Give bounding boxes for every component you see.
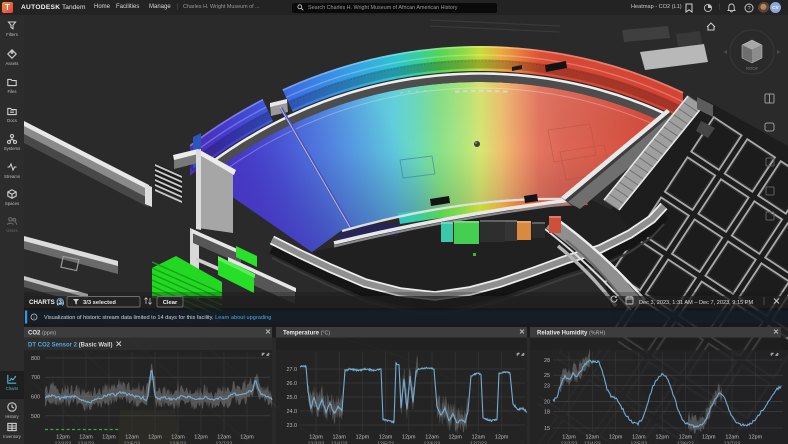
- svg-text:12pm: 12pm: [609, 435, 623, 441]
- svg-text:12am: 12am: [171, 435, 185, 441]
- svg-text:12pm: 12pm: [56, 435, 70, 441]
- svg-text:12pm: 12pm: [655, 435, 669, 441]
- svg-text:700: 700: [31, 375, 40, 381]
- svg-text:12am: 12am: [586, 435, 600, 441]
- svg-text:12pm: 12pm: [749, 435, 763, 441]
- svg-text:20: 20: [544, 399, 550, 405]
- svg-text:?: ?: [747, 6, 750, 12]
- svg-text:12am: 12am: [725, 435, 739, 441]
- svg-text:Temperature (°C): Temperature (°C): [283, 331, 330, 337]
- svg-text:12pm: 12pm: [194, 435, 208, 441]
- svg-text:12am: 12am: [217, 435, 231, 441]
- svg-text:12pm: 12pm: [495, 435, 509, 441]
- svg-text:23.0: 23.0: [287, 423, 298, 429]
- svg-text:23: 23: [544, 384, 550, 390]
- svg-text:12pm: 12pm: [240, 435, 254, 441]
- svg-text:Dec 3, 2023, 1:31 AM – Dec 7,: Dec 3, 2023, 1:31 AM – Dec 7, 2023, 9:15…: [639, 300, 753, 306]
- svg-text:12pm: 12pm: [702, 435, 716, 441]
- svg-text:Visualization of historic stre: Visualization of historic stream data li…: [44, 315, 271, 321]
- svg-text:12pm: 12pm: [402, 435, 416, 441]
- svg-text:12pm: 12pm: [448, 435, 462, 441]
- svg-text:i: i: [34, 315, 35, 320]
- svg-text:CO2 (ppm): CO2 (ppm): [28, 331, 56, 337]
- svg-text:Clear: Clear: [163, 300, 178, 306]
- svg-text:DT CO2 Sensor 2 (Basic Wall): DT CO2 Sensor 2 (Basic Wall): [28, 343, 112, 349]
- svg-text:600: 600: [31, 395, 40, 401]
- svg-text:i: i: [59, 300, 60, 305]
- svg-text:24.0: 24.0: [287, 409, 298, 415]
- svg-text:12am: 12am: [79, 435, 93, 441]
- svg-text:12pm: 12pm: [102, 435, 116, 441]
- svg-text:12am: 12am: [679, 435, 693, 441]
- svg-text:15: 15: [544, 426, 550, 432]
- svg-text:12am: 12am: [379, 435, 393, 441]
- svg-text:800: 800: [31, 356, 40, 362]
- svg-text:Relative Humidity (%RH): Relative Humidity (%RH): [537, 331, 605, 337]
- svg-text:18: 18: [544, 409, 550, 415]
- svg-text:12pm: 12pm: [309, 435, 323, 441]
- svg-text:500: 500: [31, 414, 40, 420]
- svg-text:12am: 12am: [332, 435, 346, 441]
- svg-text:25.0: 25.0: [287, 395, 298, 401]
- svg-text:27.0: 27.0: [287, 367, 298, 373]
- svg-text:28: 28: [544, 358, 550, 364]
- svg-text:12pm: 12pm: [148, 435, 162, 441]
- svg-text:12am: 12am: [125, 435, 139, 441]
- svg-text:26.0: 26.0: [287, 381, 298, 387]
- svg-text:12am: 12am: [632, 435, 646, 441]
- svg-text:25: 25: [544, 373, 550, 379]
- svg-text:12pm: 12pm: [562, 435, 576, 441]
- svg-text:12am: 12am: [425, 435, 439, 441]
- svg-text:3/3 selected: 3/3 selected: [83, 300, 116, 306]
- svg-text:12pm: 12pm: [356, 435, 370, 441]
- svg-text:12am: 12am: [472, 435, 486, 441]
